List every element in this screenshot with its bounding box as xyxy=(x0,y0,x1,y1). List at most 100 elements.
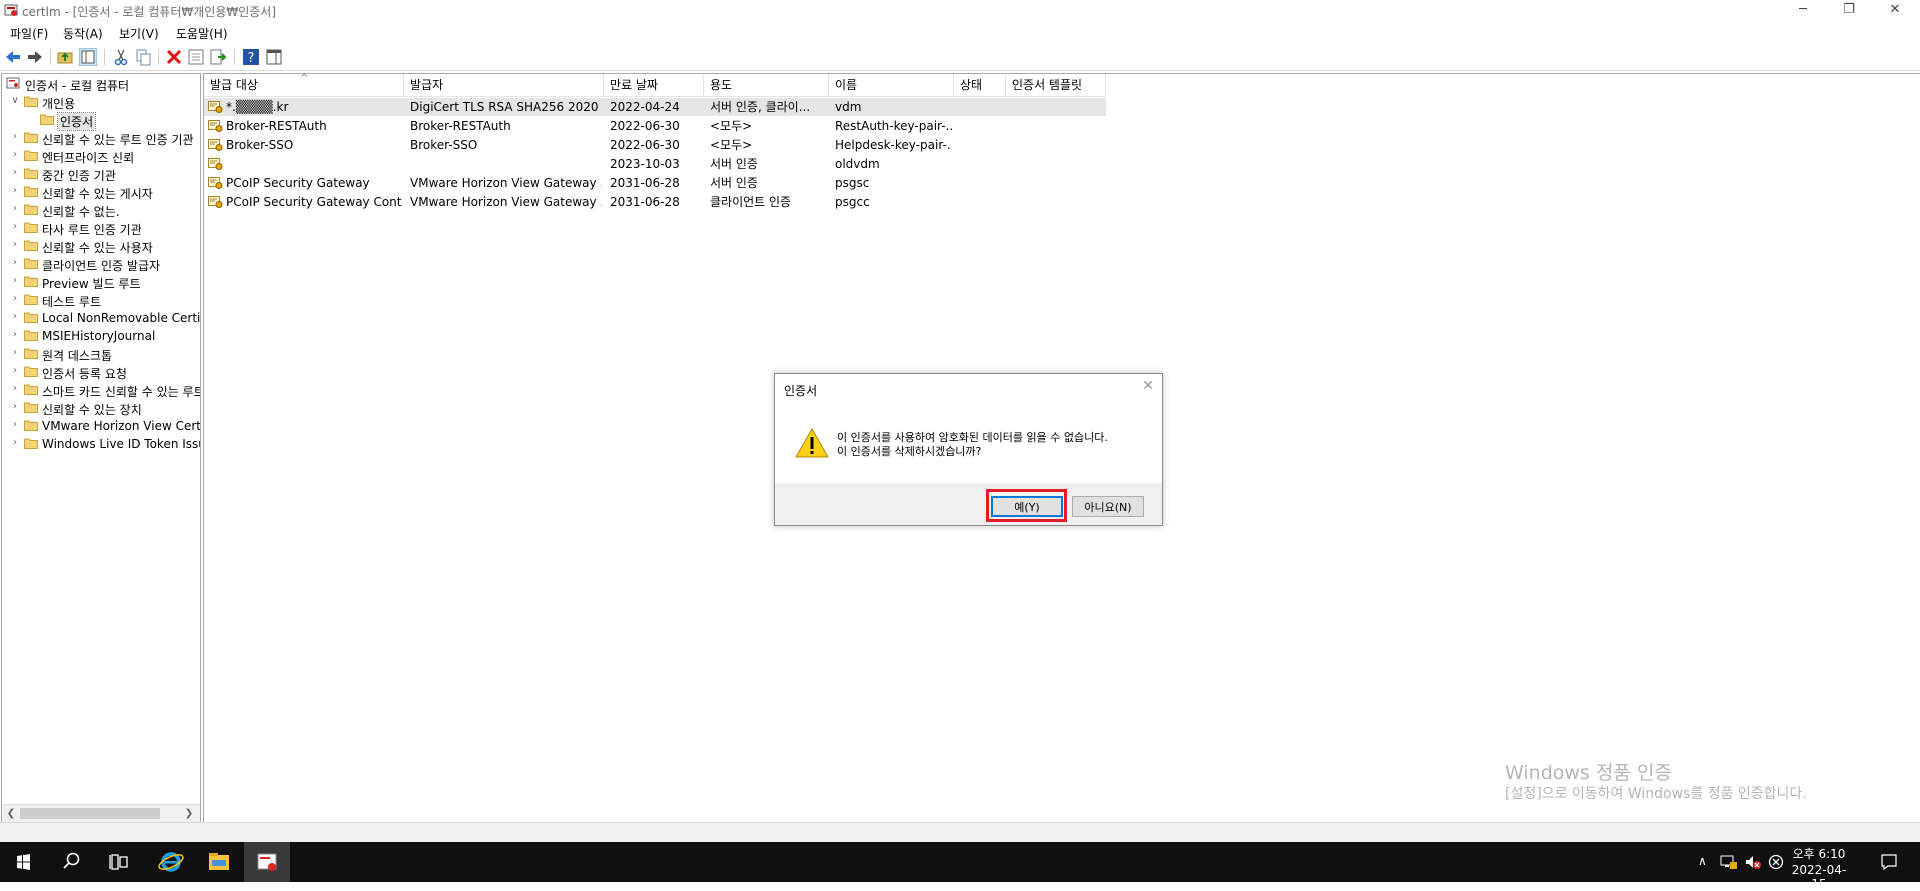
list-header: 발급 대상 ^ 발급자 만료 날짜 용도 이름 상태 인증서 템플릿 xyxy=(204,74,1106,97)
scrollbar-thumb[interactable] xyxy=(20,808,160,819)
cell-purpose: 클라이언트 인증 xyxy=(710,195,792,209)
expand-chevron-icon[interactable]: › xyxy=(10,366,20,376)
network-icon[interactable] xyxy=(1720,854,1738,870)
tree-item-label: 클라이언트 인증 발급자 xyxy=(42,259,161,273)
folder-icon xyxy=(24,221,38,233)
show-hidden-icons-chevron-icon[interactable]: ∧ xyxy=(1698,854,1707,868)
menu-view[interactable]: 보기(V) xyxy=(119,25,159,42)
expand-chevron-icon[interactable]: › xyxy=(10,186,20,196)
expand-chevron-icon[interactable]: › xyxy=(10,384,20,394)
cut-icon[interactable] xyxy=(112,48,130,66)
tree-item-label: 중간 인증 기관 xyxy=(42,169,116,183)
table-row[interactable]: *.▒▒▒▒.kr DigiCert TLS RSA SHA256 2020 ..… xyxy=(204,98,1106,116)
sort-ascending-icon: ^ xyxy=(300,73,309,84)
cell-purpose: <모두> xyxy=(710,138,753,152)
column-header-friendly-name[interactable]: 이름 xyxy=(829,74,954,96)
table-row[interactable]: Broker-RESTAuth Broker-RESTAuth 2022-06-30… xyxy=(204,117,1106,135)
column-header-status[interactable]: 상태 xyxy=(954,74,1006,96)
up-folder-icon[interactable] xyxy=(56,48,74,66)
scroll-left-icon[interactable]: ❮ xyxy=(4,806,18,821)
clock-time[interactable]: 오후 6:10 xyxy=(1790,845,1848,862)
expand-chevron-icon[interactable]: › xyxy=(10,240,20,250)
menu-action[interactable]: 동작(A) xyxy=(63,25,103,42)
tree-item-label: Preview 빌드 루트 xyxy=(42,277,141,291)
notification-error-icon[interactable] xyxy=(1768,854,1784,870)
column-header-purpose[interactable]: 용도 xyxy=(704,74,829,96)
toolbar-separator xyxy=(234,49,235,65)
cell-issuer: Broker-SSO xyxy=(410,138,478,152)
console-tree: 인증서 - 로컬 컴퓨터 ∨ 개인용 인증서 › 신뢰할 수 있는 루트 인증 기관 › 엔… xyxy=(1,73,201,823)
tree-horizontal-scrollbar[interactable]: ❮ ❯ xyxy=(2,804,200,822)
expand-chevron-icon[interactable]: › xyxy=(10,132,20,142)
expand-chevron-icon[interactable]: › xyxy=(10,348,20,358)
tree-item-label: Local NonRemovable Certificates xyxy=(42,311,201,325)
back-icon[interactable] xyxy=(4,48,22,66)
tree-item-label: 개인용 xyxy=(42,97,76,111)
minimize-button[interactable]: ─ xyxy=(1780,0,1826,22)
expand-chevron-icon[interactable]: › xyxy=(10,204,20,214)
delete-icon[interactable] xyxy=(165,48,183,66)
status-bar xyxy=(0,822,1920,843)
tree-item-label: 신뢰할 수 없는. xyxy=(42,205,120,219)
volume-muted-icon[interactable] xyxy=(1744,854,1762,870)
folder-icon xyxy=(24,347,38,359)
properties-icon[interactable] xyxy=(187,48,205,66)
action-pane-icon[interactable] xyxy=(265,48,283,66)
folder-icon xyxy=(24,239,38,251)
column-header-expiration[interactable]: 만료 날짜 xyxy=(604,74,704,96)
restore-button[interactable]: ❐ xyxy=(1826,0,1872,22)
help-icon[interactable]: ? xyxy=(242,48,260,66)
window-title: certlm - [인증서 - 로컬 컴퓨터₩개인용₩인증서] xyxy=(22,5,277,19)
expand-chevron-icon[interactable]: › xyxy=(10,258,20,268)
column-header-issuer[interactable]: 발급자 xyxy=(404,74,604,96)
no-button[interactable]: 아니요(N) xyxy=(1072,496,1144,517)
menu-file[interactable]: 파일(F) xyxy=(10,25,48,42)
action-center-icon[interactable] xyxy=(1880,853,1898,871)
dialog-close-icon[interactable]: ✕ xyxy=(1142,378,1154,394)
tree-item-label: 테스트 루트 xyxy=(42,295,102,309)
expand-chevron-icon[interactable]: › xyxy=(10,312,20,322)
expand-chevron-icon[interactable]: › xyxy=(10,276,20,286)
expand-chevron-icon[interactable]: › xyxy=(10,330,20,340)
table-row[interactable]: PCoIP Security Gateway Contr... VMware Ho… xyxy=(204,193,1106,211)
task-view-icon[interactable] xyxy=(96,842,142,882)
close-button[interactable]: ✕ xyxy=(1872,0,1918,22)
expand-chevron-icon[interactable]: › xyxy=(10,294,20,304)
table-row[interactable]: PCoIP Security Gateway VMware Horizon Vie… xyxy=(204,174,1106,192)
folder-icon xyxy=(24,149,38,161)
expand-chevron-icon[interactable]: › xyxy=(10,438,20,448)
warning-icon xyxy=(795,427,829,458)
start-windows-icon[interactable] xyxy=(0,842,46,882)
folder-icon xyxy=(24,95,38,107)
expand-chevron-icon[interactable]: › xyxy=(10,402,20,412)
folder-icon xyxy=(24,293,38,305)
certlm-taskbar-icon[interactable] xyxy=(244,842,290,882)
table-row[interactable]: Broker-SSO Broker-SSO 2022-06-30 <모두> Helpde… xyxy=(204,136,1106,154)
internet-explorer-icon[interactable] xyxy=(148,842,194,882)
search-icon[interactable] xyxy=(48,842,94,882)
column-header-template[interactable]: 인증서 템플릿 xyxy=(1006,74,1106,96)
expand-chevron-icon[interactable]: › xyxy=(10,222,20,232)
copy-icon[interactable] xyxy=(134,48,152,66)
yes-button-highlight xyxy=(986,489,1067,522)
menu-help[interactable]: 도움말(H) xyxy=(176,25,228,42)
cell-status xyxy=(960,98,1004,116)
tree-item-label: 원격 데스크톱 xyxy=(42,349,113,363)
expand-chevron-icon[interactable]: › xyxy=(10,420,20,430)
collapse-chevron-icon[interactable]: ∨ xyxy=(10,96,20,106)
forward-icon[interactable] xyxy=(26,48,44,66)
table-row[interactable]: 2023-10-03 서버 인증 oldvdm xyxy=(204,155,1106,173)
cell-issuer: DigiCert TLS RSA SHA256 2020 ... xyxy=(410,100,602,114)
tree-item-label: VMware Horizon View Certificates xyxy=(42,419,201,433)
file-explorer-icon[interactable] xyxy=(196,842,242,882)
export-list-icon[interactable] xyxy=(209,48,227,66)
cell-issuer: VMware Horizon View Gateway ... xyxy=(410,176,602,190)
show-hide-console-tree-icon[interactable] xyxy=(79,48,97,66)
clock-date[interactable]: 2022-04-15 xyxy=(1786,863,1852,891)
cell-issued-to: PCoIP Security Gateway Contr... xyxy=(226,195,402,209)
expand-chevron-icon[interactable]: › xyxy=(10,168,20,178)
scroll-right-icon[interactable]: ❯ xyxy=(182,806,196,821)
expand-chevron-icon[interactable]: › xyxy=(10,150,20,160)
toolbar-separator xyxy=(104,49,105,65)
column-header-issued-to[interactable]: 발급 대상 ^ xyxy=(204,74,404,96)
